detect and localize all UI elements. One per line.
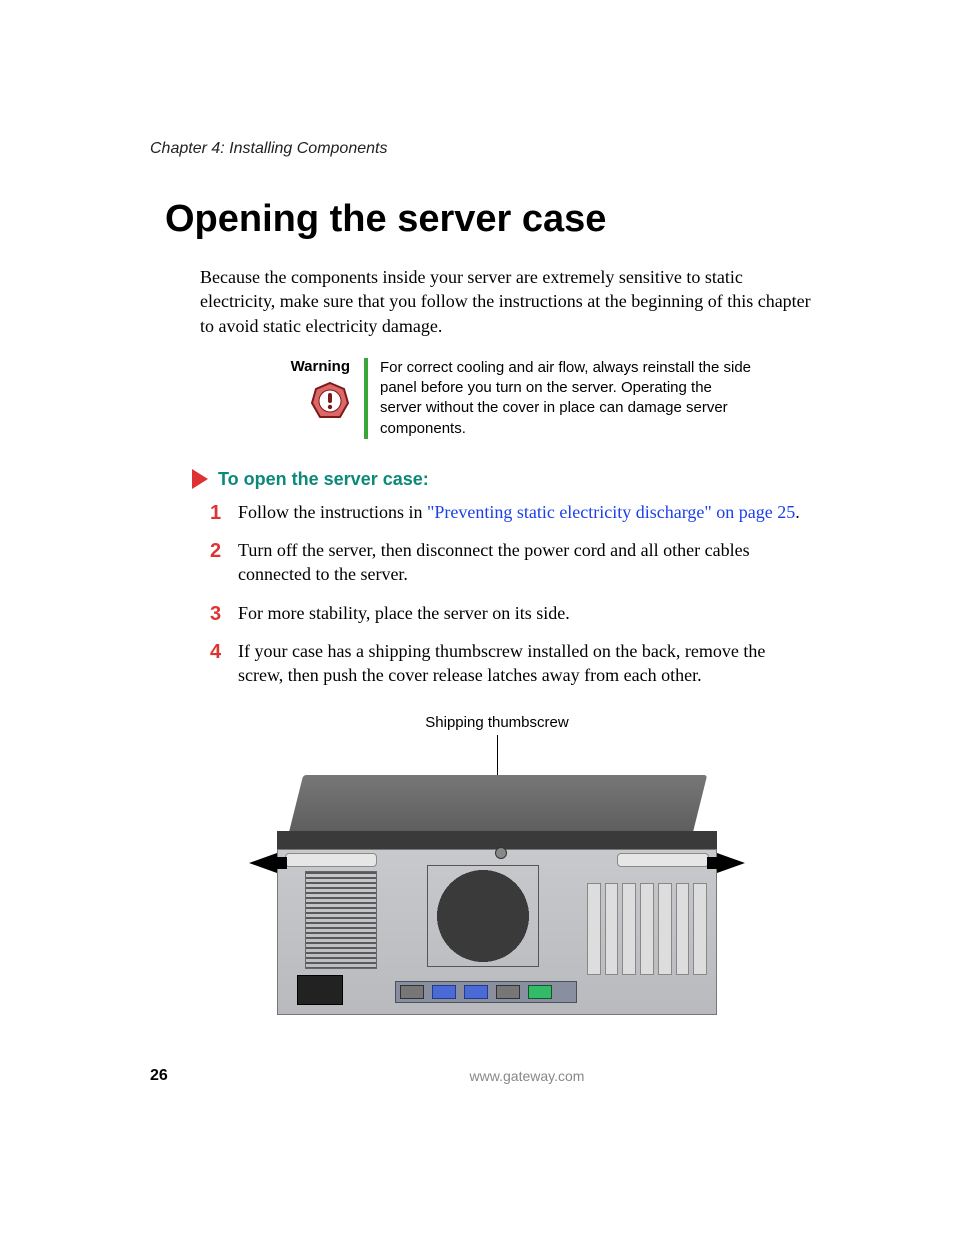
- expansion-slots: [587, 883, 707, 975]
- arrow-left-icon: [249, 853, 277, 873]
- step-2: Turn off the server, then disconnect the…: [210, 538, 814, 601]
- intro-paragraph: Because the components inside your serve…: [200, 265, 814, 338]
- step-1-pre: Follow the instructions in: [238, 502, 427, 522]
- warning-text: For correct cooling and air flow, always…: [380, 358, 814, 439]
- power-inlet: [297, 975, 343, 1005]
- page-footer: 26 www.gateway.com: [150, 1067, 844, 1085]
- step-4-text: If your case has a shipping thumbscrew i…: [238, 641, 765, 685]
- step-2-text: Turn off the server, then disconnect the…: [238, 540, 750, 584]
- release-latch-left: [285, 853, 377, 867]
- procedure-title: To open the server case:: [218, 469, 429, 490]
- step-1: Follow the instructions in "Preventing s…: [210, 500, 814, 538]
- server-figure: [237, 735, 757, 1035]
- step-3: For more stability, place the server on …: [210, 601, 814, 639]
- server-chassis-illustration: [277, 775, 717, 1015]
- io-panel: [395, 981, 577, 1003]
- page-number: 26: [150, 1067, 210, 1085]
- warning-left-col: Warning: [240, 358, 364, 426]
- shipping-thumbscrew: [495, 847, 507, 859]
- procedure-arrow-icon: [192, 469, 208, 489]
- warning-label: Warning: [240, 358, 350, 375]
- step-3-text: For more stability, place the server on …: [238, 603, 570, 623]
- footer-site: www.gateway.com: [210, 1068, 844, 1084]
- arrow-right-icon: [717, 853, 745, 873]
- top-edge: [277, 831, 717, 849]
- manual-page: Chapter 4: Installing Components Opening…: [0, 0, 954, 1235]
- chapter-header: Chapter 4: Installing Components: [150, 140, 844, 158]
- warning-icon: [310, 381, 350, 426]
- page-title: Opening the server case: [165, 198, 844, 241]
- step-4: If your case has a shipping thumbscrew i…: [210, 639, 814, 702]
- figure-caption: Shipping thumbscrew: [150, 714, 844, 731]
- warning-block: Warning For correct cooling and air flow…: [240, 358, 814, 439]
- release-latch-right: [617, 853, 709, 867]
- fan-grille: [427, 865, 539, 967]
- procedure-header: To open the server case:: [192, 469, 844, 490]
- step-1-post: .: [795, 502, 800, 522]
- vent-grille: [305, 871, 377, 969]
- step-1-link[interactable]: "Preventing static electricity discharge…: [427, 502, 795, 522]
- procedure-steps: Follow the instructions in "Preventing s…: [210, 500, 814, 702]
- warning-divider: [364, 358, 368, 439]
